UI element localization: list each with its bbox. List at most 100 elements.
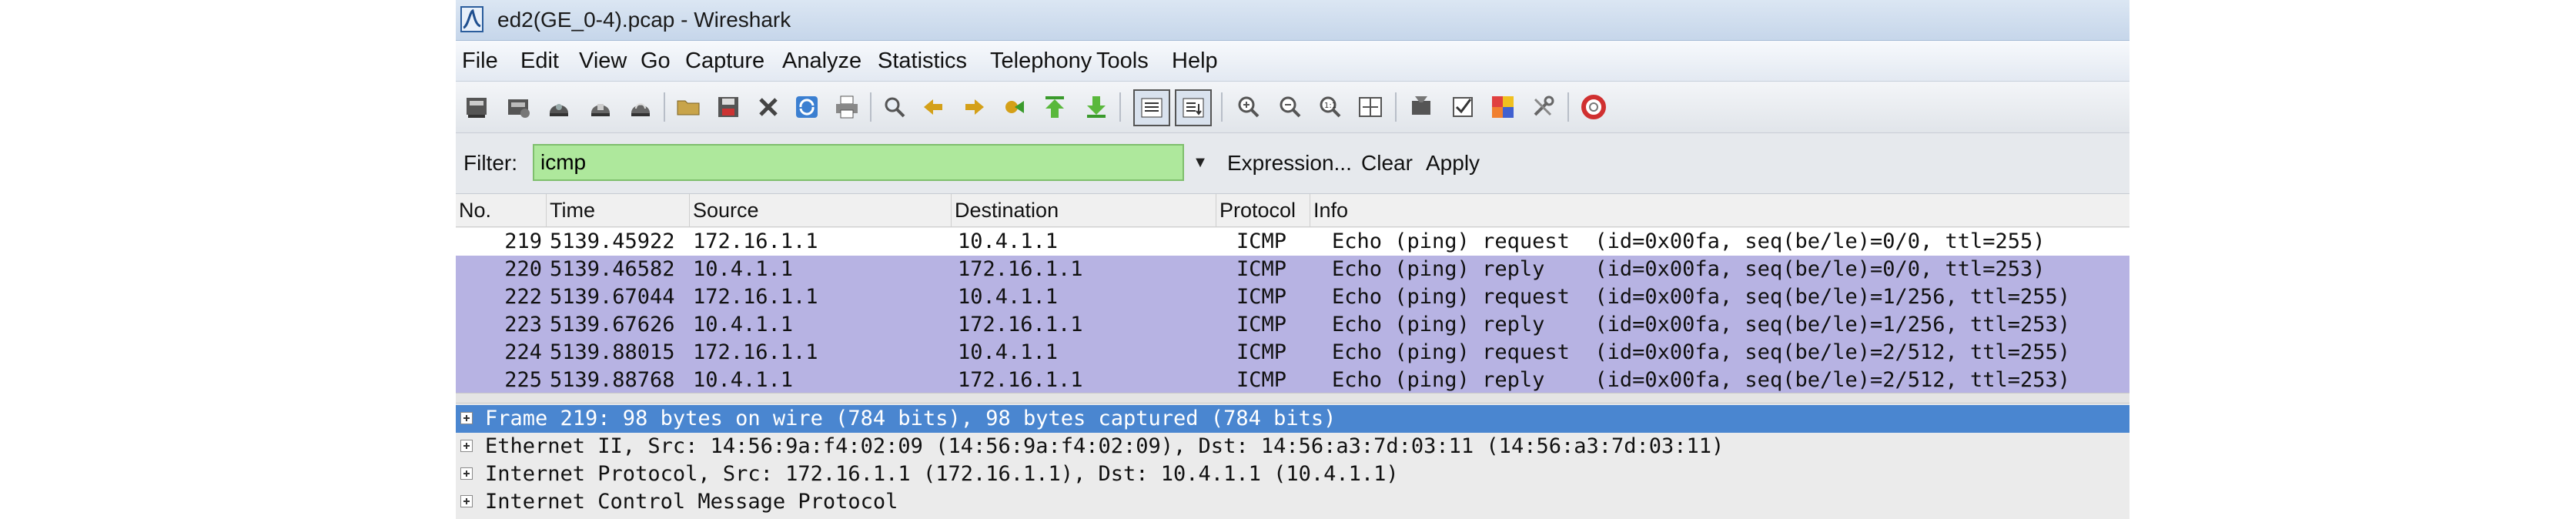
menu-help[interactable]: Help — [1172, 41, 1218, 81]
clear-button[interactable]: Clear — [1361, 133, 1413, 193]
packet-row[interactable]: 220 5139.46582 10.4.1.1 172.16.1.1 ICMP Echo … — [456, 256, 2129, 283]
column-header-info[interactable]: Info — [1310, 194, 2129, 226]
display-filters-icon[interactable] — [1447, 90, 1478, 124]
packet-cell-destination: 10.4.1.1 — [958, 340, 1059, 364]
packet-cell-no: 223 — [504, 313, 542, 337]
last-packet-icon[interactable] — [1081, 90, 1112, 124]
goto-packet-icon[interactable] — [999, 90, 1030, 124]
colorize-icon[interactable] — [1133, 89, 1170, 126]
filter-label: Filter: — [463, 151, 517, 175]
packet-cell-source: 10.4.1.1 — [693, 313, 794, 337]
expand-icon[interactable] — [460, 440, 473, 452]
menu-statistics[interactable]: Statistics — [878, 41, 967, 81]
detail-tree-item[interactable]: Internet Control Message Protocol — [456, 488, 2129, 516]
packet-cell-source: 10.4.1.1 — [693, 257, 794, 281]
menu-edit[interactable]: Edit — [520, 41, 559, 81]
menu-capture[interactable]: Capture — [685, 41, 764, 81]
zoom-in-icon[interactable] — [1233, 90, 1264, 124]
column-header-protocol[interactable]: Protocol — [1216, 194, 1310, 226]
menu-go[interactable]: Go — [641, 41, 671, 81]
apply-button[interactable]: Apply — [1426, 133, 1480, 193]
interfaces-icon[interactable] — [462, 90, 493, 124]
filter-dropdown-icon[interactable]: ▼ — [1183, 144, 1218, 181]
expand-icon[interactable] — [460, 412, 473, 424]
resize-columns-icon[interactable] — [1355, 90, 1386, 124]
packet-cell-protocol: ICMP — [1236, 313, 1287, 337]
toolbar-separator — [870, 92, 871, 122]
title-bar: ed2(GE_0-4).pcap - Wireshark — [456, 0, 2129, 41]
packet-cell-protocol: ICMP — [1236, 368, 1287, 392]
zoom-out-icon[interactable] — [1275, 90, 1306, 124]
capture-filters-icon[interactable] — [1406, 90, 1437, 124]
packet-cell-time: 5139.45922 — [550, 229, 675, 253]
packet-cell-info: Echo (ping) request (id=0x00fa, seq(be/l… — [1332, 229, 2046, 253]
packet-cell-info: Echo (ping) reply (id=0x00fa, seq(be/le)… — [1332, 368, 2071, 392]
packet-cell-source: 172.16.1.1 — [693, 285, 818, 309]
packet-row[interactable]: 224 5139.88015 172.16.1.1 10.4.1.1 ICMP Echo … — [456, 339, 2129, 367]
help-icon[interactable] — [1578, 90, 1609, 124]
menu-file[interactable]: File — [462, 41, 498, 81]
restart-capture-icon[interactable] — [625, 90, 656, 124]
start-capture-icon[interactable] — [544, 90, 574, 124]
packet-cell-info: Echo (ping) request (id=0x00fa, seq(be/l… — [1332, 340, 2071, 364]
detail-text: Internet Control Message Protocol — [485, 490, 898, 514]
menu-analyze[interactable]: Analyze — [782, 41, 861, 81]
coloring-rules-icon[interactable] — [1487, 90, 1518, 124]
wireshark-window: ed2(GE_0-4).pcap - Wireshark File Edit V… — [456, 0, 2129, 519]
packet-cell-no: 224 — [504, 340, 542, 364]
packet-row[interactable]: 225 5139.88768 10.4.1.1 172.16.1.1 ICMP Echo … — [456, 367, 2129, 394]
menu-bar: File Edit View Go Capture Analyze Statis… — [456, 41, 2129, 82]
autoscroll-icon[interactable] — [1175, 89, 1212, 126]
close-file-icon[interactable] — [753, 90, 784, 124]
menu-telephony[interactable]: Telephony — [990, 41, 1092, 81]
column-header-no[interactable]: No. — [456, 194, 547, 226]
packet-cell-destination: 172.16.1.1 — [958, 368, 1083, 392]
column-header-source[interactable]: Source — [690, 194, 952, 226]
menu-view[interactable]: View — [579, 41, 627, 81]
preferences-icon[interactable] — [1527, 90, 1558, 124]
forward-icon[interactable] — [959, 90, 990, 124]
back-icon[interactable] — [918, 90, 948, 124]
print-icon[interactable] — [831, 90, 862, 124]
open-icon[interactable] — [673, 90, 704, 124]
normal-size-icon[interactable]: 1:1 — [1315, 90, 1346, 124]
packet-cell-source: 172.16.1.1 — [693, 340, 818, 364]
detail-tree-item[interactable]: Frame 219: 98 bytes on wire (784 bits), … — [456, 405, 2129, 433]
packet-cell-destination: 172.16.1.1 — [958, 313, 1083, 337]
packet-cell-source: 10.4.1.1 — [693, 368, 794, 392]
detail-tree-item[interactable]: Internet Protocol, Src: 172.16.1.1 (172.… — [456, 460, 2129, 488]
packet-row[interactable]: 219 5139.45922 172.16.1.1 10.4.1.1 ICMP Echo … — [456, 228, 2129, 256]
detail-text: Ethernet II, Src: 14:56:9a:f4:02:09 (14:… — [485, 434, 1725, 458]
find-icon[interactable] — [879, 90, 910, 124]
packet-cell-destination: 10.4.1.1 — [958, 285, 1059, 309]
packet-cell-source: 172.16.1.1 — [693, 229, 818, 253]
packet-row[interactable]: 223 5139.67626 10.4.1.1 172.16.1.1 ICMP Echo … — [456, 311, 2129, 339]
detail-text: Frame 219: 98 bytes on wire (784 bits), … — [485, 407, 1337, 430]
packet-cell-no: 220 — [504, 257, 542, 281]
filter-input[interactable]: icmp — [533, 144, 1184, 181]
expand-icon[interactable] — [460, 495, 473, 507]
expand-icon[interactable] — [460, 467, 473, 480]
packet-cell-info: Echo (ping) reply (id=0x00fa, seq(be/le)… — [1332, 313, 2071, 337]
reload-icon[interactable] — [791, 90, 822, 124]
toolbar-separator — [1567, 92, 1569, 122]
options-icon[interactable] — [503, 90, 534, 124]
stop-capture-icon[interactable] — [585, 90, 616, 124]
expression-button[interactable]: Expression... — [1227, 133, 1352, 193]
detail-text: Internet Protocol, Src: 172.16.1.1 (172.… — [485, 462, 1399, 486]
packet-cell-protocol: ICMP — [1236, 257, 1287, 281]
menu-tools[interactable]: Tools — [1096, 41, 1149, 81]
packet-row[interactable]: 222 5139.67044 172.16.1.1 10.4.1.1 ICMP Echo … — [456, 283, 2129, 311]
pane-splitter[interactable] — [456, 393, 2129, 403]
packet-cell-protocol: ICMP — [1236, 229, 1287, 253]
column-header-destination[interactable]: Destination — [952, 194, 1216, 226]
packet-cell-no: 225 — [504, 368, 542, 392]
first-packet-icon[interactable] — [1039, 90, 1070, 124]
packet-cell-no: 222 — [504, 285, 542, 309]
column-header-time[interactable]: Time — [547, 194, 690, 226]
main-toolbar: 1:1 — [456, 82, 2129, 133]
display-filter-bar: Filter: icmp ▼ Expression... Clear Apply — [456, 133, 2129, 194]
packet-cell-no: 219 — [504, 229, 542, 253]
detail-tree-item[interactable]: Ethernet II, Src: 14:56:9a:f4:02:09 (14:… — [456, 433, 2129, 460]
save-icon[interactable] — [713, 90, 744, 124]
